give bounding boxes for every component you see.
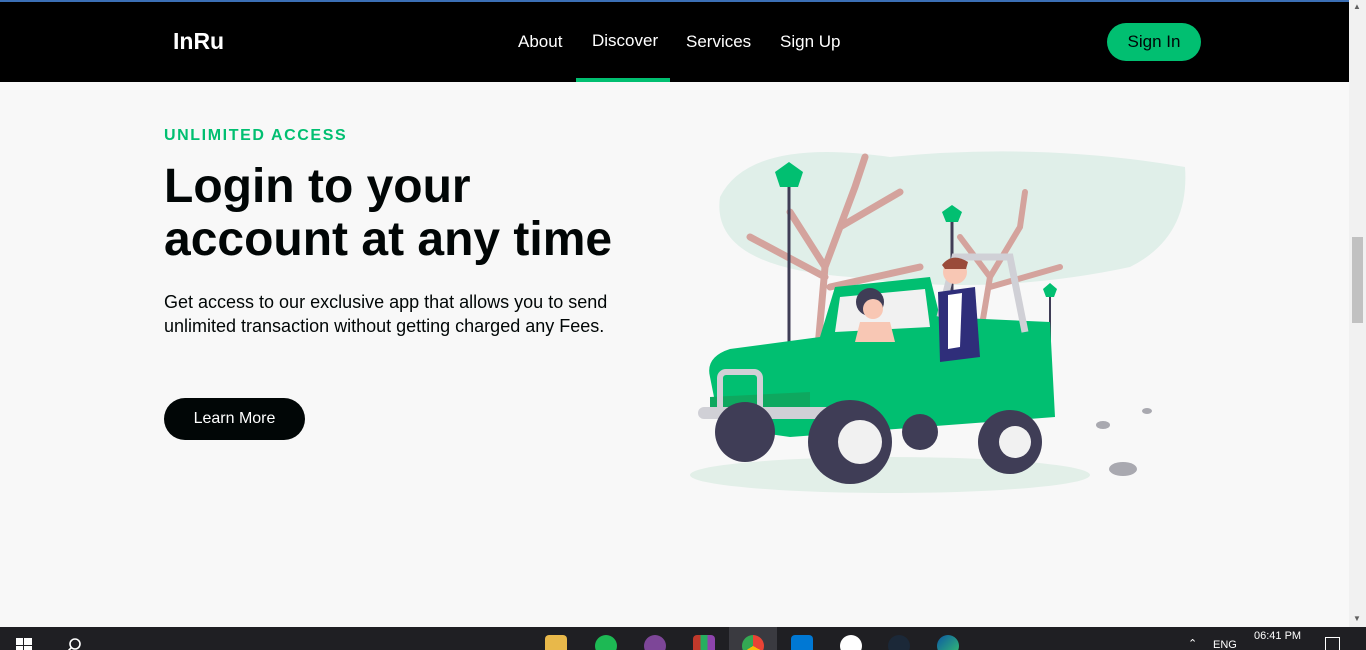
- scroll-down-icon[interactable]: ▼: [1353, 614, 1361, 623]
- nav-link-signup[interactable]: Sign Up: [780, 32, 840, 52]
- taskbar-clock[interactable]: 06:41 PM: [1254, 630, 1301, 642]
- edge-icon[interactable]: [937, 635, 959, 650]
- nav-link-services[interactable]: Services: [686, 32, 751, 52]
- jeep-illustration: [690, 151, 1186, 493]
- hero-section: UNLIMITED ACCESS Login to your account a…: [0, 82, 1349, 627]
- learn-more-button[interactable]: Learn More: [164, 398, 305, 440]
- hero-heading: Login to your account at any time: [164, 160, 613, 266]
- tor-browser-icon[interactable]: [644, 635, 666, 650]
- chevron-up-icon[interactable]: ⌃: [1188, 637, 1197, 650]
- scroll-up-icon[interactable]: ▲: [1353, 2, 1361, 11]
- hero-topline: UNLIMITED ACCESS: [164, 127, 348, 144]
- search-icon[interactable]: [66, 637, 82, 650]
- steam-icon[interactable]: [888, 635, 910, 650]
- notification-icon[interactable]: [1325, 637, 1340, 650]
- hero-subtitle: Get access to our exclusive app that all…: [164, 292, 608, 336]
- nav-link-discover[interactable]: Discover: [592, 31, 658, 51]
- sign-in-button[interactable]: Sign In: [1107, 23, 1201, 61]
- docs-icon[interactable]: [840, 635, 862, 650]
- nav-link-about[interactable]: About: [518, 32, 562, 52]
- scroll-thumb[interactable]: [1352, 237, 1363, 323]
- windows-taskbar: ⌃ ENG 06:41 PM: [0, 627, 1366, 650]
- chrome-icon[interactable]: [742, 635, 764, 650]
- brand-logo[interactable]: InRu: [173, 28, 224, 55]
- file-explorer-icon[interactable]: [545, 635, 567, 650]
- vscode-icon[interactable]: [791, 635, 813, 650]
- spotify-icon[interactable]: [595, 635, 617, 650]
- page-scrollbar[interactable]: ▲ ▼: [1349, 0, 1366, 627]
- windows-start-icon[interactable]: [16, 638, 32, 650]
- navbar: InRu About Discover Services Sign Up Sig…: [0, 2, 1349, 82]
- language-indicator[interactable]: ENG: [1213, 639, 1237, 650]
- winrar-icon[interactable]: [693, 635, 715, 650]
